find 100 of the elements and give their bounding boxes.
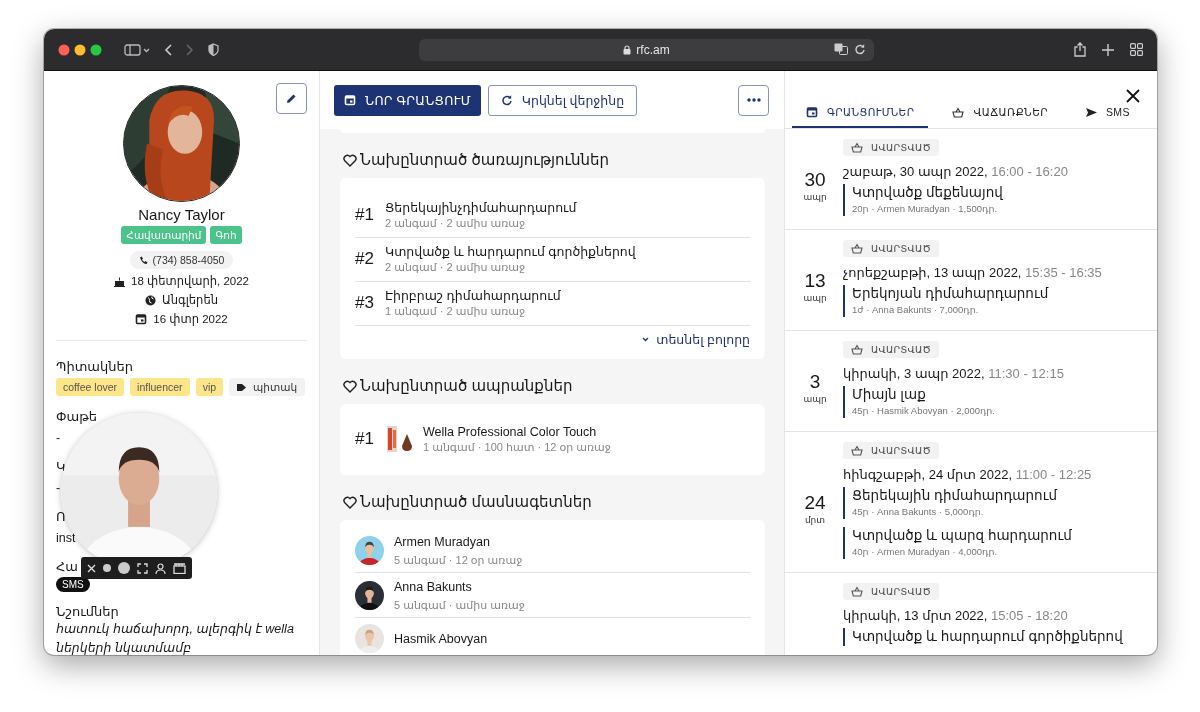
status-badge: ԱՎԱՐՏՎԱԾ — [843, 442, 940, 459]
edit-button[interactable] — [276, 83, 307, 114]
appointment-date: կիրակի, 13 մրտ 2022, 15:05 - 18:20 — [843, 608, 1069, 623]
reload-icon[interactable] — [854, 42, 866, 55]
service-entry[interactable]: Կտրվածք և պարզ հարդարում 40ր · Armen Muradyan · 4,000դր. — [843, 527, 1157, 559]
service-entry[interactable]: Միայն լաք 45ր · Hasmik Abovyan · 2,000դր. — [843, 386, 1157, 418]
field-value: - — [56, 430, 61, 446]
list-item[interactable]: Armen Muradyan 5 անգամ · 12 օր առաջ — [355, 528, 750, 573]
service-entry[interactable]: Ցերեկային դիմահարդարում 45ր · Anna Bakunts · 5,000դր. — [843, 487, 1157, 519]
tab[interactable]: SMS — [1071, 98, 1144, 128]
status-badge: Հավատարիմ — [121, 226, 207, 244]
notes-text: հատուկ հաճախորդ, ալերգիկ է wella ներկերի նկատմամբ — [56, 621, 295, 655]
new-booking-button[interactable]: ՆՈՐ ԳՐԱՆՑՈՒՄ — [334, 84, 481, 116]
section-title: Նախընտրած ծառայություններ — [360, 151, 610, 169]
section-title: Պիտակներ — [56, 359, 134, 374]
rank-number: #1 — [355, 205, 375, 225]
service-details: 45ր · Hasmik Abovyan · 2,000դր. — [852, 404, 996, 418]
translate-icon[interactable] — [834, 42, 848, 55]
sidebar-icon[interactable] — [124, 43, 150, 56]
close-icon — [1125, 88, 1141, 104]
rank-number: #1 — [355, 429, 375, 449]
repeat-last-button[interactable]: Կրկնել վերջինը — [487, 84, 638, 116]
day-number: 3 — [809, 372, 821, 392]
service-name: Ցերեկային դիմահարդարում — [852, 487, 1059, 505]
reload-icon — [500, 94, 513, 106]
field-label: Ո — [56, 509, 66, 525]
address-bar[interactable]: rfc.am — [419, 38, 874, 61]
client-since-date: 16 փտր 2022 — [153, 312, 228, 326]
basket-icon — [851, 445, 863, 456]
item-name: Hasmik Abovyan — [394, 630, 488, 647]
service-entry[interactable]: Կտրվածք մեքենայով 20ր · Armen Muradyan · 1,500դր. — [843, 184, 1157, 216]
back-icon[interactable] — [164, 43, 172, 56]
list-item[interactable]: Anna Bakunts 5 անգամ · ամիս առաջ — [355, 573, 750, 618]
appointment-date: կիրակի, 3 ապր 2022, 11:30 - 12:15 — [843, 366, 1065, 381]
window-controls-icon[interactable] — [58, 43, 102, 56]
service-name: Կտրվածք և պարզ հարդարում — [852, 527, 1073, 545]
heart-icon — [343, 379, 357, 393]
item-details: 1 անգամ · 100 հատ · 12 օր առաջ — [423, 440, 611, 454]
phone-button[interactable]: (734) 858-4050 — [129, 251, 234, 269]
basket-icon — [952, 106, 965, 118]
fullscreen-icon[interactable] — [137, 562, 148, 574]
item-details: 5 անգամ · ամիս առաջ — [394, 598, 525, 612]
large-dot-icon[interactable] — [118, 562, 130, 574]
day-number: 13 — [804, 271, 826, 291]
service-name: Միայն լաք — [852, 386, 927, 404]
item-name: Armen Muradyan — [394, 534, 491, 550]
small-dot-icon[interactable] — [103, 564, 111, 572]
status-badge: ԱՎԱՐՏՎԱԾ — [843, 240, 940, 257]
forward-icon[interactable] — [186, 43, 194, 56]
lock-icon — [623, 44, 632, 55]
field-label: Հա — [56, 559, 78, 575]
add-tag-button[interactable]: պիտակ — [229, 378, 306, 396]
service-details: 1ժ · Anna Bakunts · 7,000դր. — [852, 303, 980, 317]
close-icon[interactable] — [87, 563, 96, 573]
more-button[interactable] — [738, 84, 769, 116]
tag[interactable]: coffee lover — [56, 378, 125, 396]
month-label: ապր — [803, 192, 827, 202]
close-button[interactable] — [1125, 88, 1141, 104]
rank-number: #2 — [355, 249, 375, 269]
phone-icon — [138, 255, 148, 265]
chevron-down-icon — [642, 337, 650, 342]
heart-icon — [343, 153, 357, 167]
list-item[interactable]: Hasmik Abovyan — [355, 618, 750, 655]
section-title: Նախընտրած ապրանքներ — [360, 377, 573, 395]
service-details: 20ր · Armen Muradyan · 1,500դր. — [852, 202, 999, 216]
basket-icon — [851, 344, 863, 355]
month-label: ապր — [803, 394, 827, 404]
item-details: 5 անգամ · 12 օր առաջ — [394, 553, 523, 567]
share-icon[interactable] — [1074, 42, 1086, 57]
see-all-link[interactable]: տեսնել բոլորը — [642, 332, 750, 347]
pencil-icon — [286, 93, 297, 104]
channel-tag: SMS — [56, 577, 90, 592]
tag[interactable]: influencer — [130, 378, 190, 396]
appointment-date: շաբաթ, 30 ապր 2022, 16:00 - 16:20 — [843, 164, 1069, 179]
tab[interactable]: ՎԱՃԱՌՔՆԵՐ — [938, 98, 1062, 128]
status-badge: ԱՎԱՐՏՎԱԾ — [843, 341, 940, 358]
day-number: 30 — [804, 170, 826, 190]
send-icon — [1085, 107, 1097, 117]
service-name: Կտրվածք մեքենայով — [852, 184, 1004, 202]
shield-icon[interactable] — [208, 43, 219, 56]
field-value: inst — [56, 530, 76, 546]
status-badge: ԱՎԱՐՏՎԱԾ — [843, 139, 940, 156]
plus-icon[interactable] — [1102, 43, 1114, 56]
client-name: Nancy Taylor — [138, 206, 225, 223]
list-item[interactable]: #2 Կտրվածք և հարդարում գործիքներով 2 անգամ · 2 ամիս առաջ — [355, 238, 750, 282]
item-details: 2 անգամ · 2 ամիս առաջ — [385, 216, 527, 230]
language-label: Անգլերեն — [162, 293, 218, 307]
day-number: 24 — [804, 493, 826, 513]
tag[interactable]: vip — [195, 378, 224, 396]
basket-icon — [851, 243, 863, 254]
tag-icon — [237, 382, 248, 392]
item-name: Կտրվածք և հարդարում գործիքներով — [385, 244, 636, 260]
clapperboard-icon[interactable] — [173, 562, 186, 574]
tab[interactable]: ԳՐԱՆՑՈՒՄՆԵՐ — [792, 98, 929, 128]
person-icon[interactable] — [155, 562, 166, 574]
grid-icon[interactable] — [1130, 43, 1143, 56]
service-entry[interactable]: Երեկոյան դիմահարդարում 1ժ · Anna Bakunts · 7,000դր. — [843, 285, 1157, 317]
appointment-date: չորեքշաբթի, 13 ապր 2022, 15:35 - 16:35 — [843, 265, 1103, 280]
basket-icon — [851, 142, 863, 153]
field-value: - — [56, 480, 61, 496]
